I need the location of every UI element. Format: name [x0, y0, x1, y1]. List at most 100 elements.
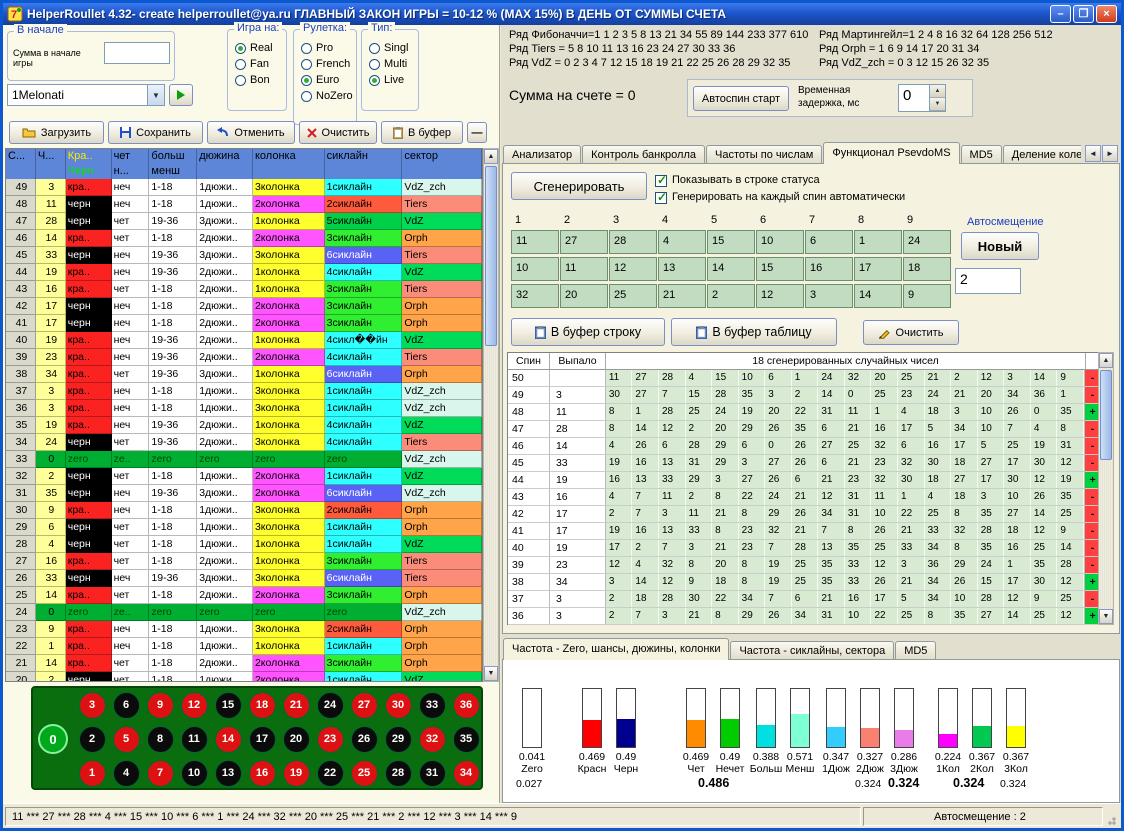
freq-tab[interactable]: MD5 — [895, 641, 936, 660]
board-zero[interactable]: 0 — [38, 724, 68, 754]
statusline-checkbox[interactable]: Показывать в строке статуса — [655, 174, 820, 187]
history-row[interactable]: 4811черннеч1-181дюжи..2колонка2сиклайнTi… — [6, 196, 482, 213]
gen-row[interactable]: 45331916133129327266212332301827173012- — [508, 455, 1101, 472]
board-number[interactable]: 26 — [347, 722, 381, 756]
maximize-button[interactable]: ❐ — [1073, 5, 1094, 23]
tab-scroll-right-icon[interactable]: ► — [1102, 145, 1118, 162]
play-button[interactable] — [169, 84, 193, 106]
delay-spinner[interactable]: 0 ▲▼ — [898, 84, 946, 112]
board-number[interactable]: 19 — [279, 756, 313, 790]
history-row[interactable]: 4728чернчет19-363дюжи..1колонка5сиклайнV… — [6, 213, 482, 230]
grid-cell[interactable]: 6 — [805, 230, 853, 254]
board-number[interactable]: 20 — [279, 722, 313, 756]
grid-cell[interactable]: 16 — [805, 257, 853, 281]
radio-french[interactable]: French — [301, 58, 356, 70]
gen-row[interactable]: 431647112822242112311114183102635- — [508, 489, 1101, 506]
clear-generated-button[interactable]: Очистить — [863, 320, 959, 345]
generate-button[interactable]: Сгенерировать — [511, 172, 647, 200]
grid-cell[interactable]: 15 — [756, 257, 804, 281]
history-row[interactable]: 3519кра..неч19-362дюжи..1колонка4сиклайн… — [6, 417, 482, 434]
spin-down-icon[interactable]: ▼ — [930, 98, 945, 111]
board-number[interactable]: 27 — [347, 688, 381, 722]
history-row[interactable]: 4019кра..неч19-362дюжи..1колонка4сикл��й… — [6, 332, 482, 349]
grid-cell[interactable]: 10 — [511, 257, 559, 281]
grid-cell[interactable]: 28 — [609, 230, 657, 254]
board-number[interactable]: 11 — [177, 722, 211, 756]
load-button[interactable]: Загрузить — [9, 121, 104, 144]
history-row[interactable]: 284чернчет1-181дюжи..1колонка1сиклайнVdZ — [6, 536, 482, 553]
grid-cell[interactable]: 32 — [511, 284, 559, 308]
grid-cell[interactable]: 24 — [903, 230, 951, 254]
gen-row[interactable]: 50112728415106124322025212123149- — [508, 370, 1101, 387]
radio-live[interactable]: Live — [369, 74, 418, 86]
history-row[interactable]: 221кра..неч1-181дюжи..1колонка1сиклайнOr… — [6, 638, 482, 655]
board-number[interactable]: 15 — [211, 688, 245, 722]
board-number[interactable]: 14 — [211, 722, 245, 756]
clear-button[interactable]: Очистить — [299, 121, 377, 144]
history-row[interactable]: 2716кра..чет1-182дюжи..1колонка3сиклайнT… — [6, 553, 482, 570]
history-row[interactable]: 240zeroze..zerozerozerozeroVdZ_zch — [6, 604, 482, 621]
tab-scroll-left-icon[interactable]: ◄ — [1085, 145, 1101, 162]
board-number[interactable]: 10 — [177, 756, 211, 790]
grid-cell[interactable]: 14 — [707, 257, 755, 281]
grid-cell[interactable]: 17 — [854, 257, 902, 281]
freq-tab[interactable]: Частота - Zero, шансы, дюжины, колонки — [503, 638, 729, 660]
board-number[interactable]: 21 — [279, 688, 313, 722]
tab-анализатор[interactable]: Анализатор — [503, 145, 581, 164]
gen-row[interactable]: 411719161333823322178262133322818129- — [508, 523, 1101, 540]
tab-частоты-по-числам[interactable]: Частоты по числам — [706, 145, 822, 164]
board-number[interactable]: 6 — [109, 688, 143, 722]
spin-up-icon[interactable]: ▲ — [930, 85, 945, 98]
board-number[interactable]: 2 — [75, 722, 109, 756]
board-number[interactable]: 13 — [211, 756, 245, 790]
board-number[interactable]: 8 — [143, 722, 177, 756]
history-row[interactable]: 373кра..неч1-181дюжи..3колонка1сиклайнVd… — [6, 383, 482, 400]
history-row[interactable]: 2114кра..чет1-182дюжи..2колонка3сиклайнO… — [6, 655, 482, 672]
grid-cell[interactable]: 18 — [903, 257, 951, 281]
history-row[interactable]: 4117черннеч1-182дюжи..2колонка3сиклайнOr… — [6, 315, 482, 332]
new-button[interactable]: Новый — [961, 232, 1039, 260]
scrollbar-thumb[interactable] — [485, 166, 497, 346]
grid-cell[interactable]: 27 — [560, 230, 608, 254]
history-row[interactable]: 202чернчет1-181дюжи..2колонка1сиклайнVdZ — [6, 672, 482, 682]
grid-cell[interactable]: 13 — [658, 257, 706, 281]
history-scrollbar[interactable]: ▲ ▼ — [483, 148, 499, 682]
grid-cell[interactable]: 15 — [707, 230, 755, 254]
board-number[interactable]: 30 — [381, 688, 415, 722]
board-number[interactable]: 18 — [245, 688, 279, 722]
scroll-down-icon[interactable]: ▼ — [484, 666, 498, 681]
undo-button[interactable]: Отменить — [207, 121, 295, 144]
grid-cell[interactable]: 1 — [854, 230, 902, 254]
gen-row[interactable]: 40191727321237281335253334835162514- — [508, 540, 1101, 557]
gen-row[interactable]: 42172731121829263431102225835271425- — [508, 506, 1101, 523]
board-number[interactable]: 4 — [109, 756, 143, 790]
history-row[interactable]: 2633черннеч19-363дюжи..3колонка6сиклайнT… — [6, 570, 482, 587]
board-number[interactable]: 5 — [109, 722, 143, 756]
board-number[interactable]: 9 — [143, 688, 177, 722]
grid-cell[interactable]: 11 — [560, 257, 608, 281]
scrollbar-thumb[interactable] — [1100, 370, 1112, 460]
history-row[interactable]: 296чернчет1-181дюжи..3колонка1сиклайнOrp… — [6, 519, 482, 536]
grid-cell[interactable]: 3 — [805, 284, 853, 308]
board-number[interactable]: 12 — [177, 688, 211, 722]
radio-pro[interactable]: Pro — [301, 42, 356, 54]
chevron-down-icon[interactable]: ▼ — [147, 85, 164, 105]
autogenerate-checkbox[interactable]: Генерировать на каждый спин автоматическ… — [655, 191, 905, 204]
board-number[interactable]: 3 — [75, 688, 109, 722]
radio-fan[interactable]: Fan — [235, 58, 286, 70]
board-number[interactable]: 36 — [449, 688, 483, 722]
board-number[interactable]: 1 — [75, 756, 109, 790]
board-number[interactable]: 35 — [449, 722, 483, 756]
grid-cell[interactable]: 2 — [707, 284, 755, 308]
history-row[interactable]: 493кра..неч1-181дюжи..3колонка1сиклайнVd… — [6, 179, 482, 196]
tab-контроль-банкролла[interactable]: Контроль банкролла — [582, 145, 705, 164]
grid-cell[interactable]: 12 — [756, 284, 804, 308]
history-row[interactable]: 4419кра..неч19-362дюжи..1колонка4сиклайн… — [6, 264, 482, 281]
history-row[interactable]: 322чернчет1-181дюжи..2колонка1сиклайнVdZ — [6, 468, 482, 485]
gen-row[interactable]: 472881412220292635621161753410748- — [508, 421, 1101, 438]
history-row[interactable]: 3923кра..неч19-362дюжи..2колонка4сиклайн… — [6, 349, 482, 366]
board-number[interactable]: 7 — [143, 756, 177, 790]
radio-bon[interactable]: Bon — [235, 74, 286, 86]
delay-value[interactable]: 0 — [899, 85, 929, 111]
scroll-up-icon[interactable]: ▲ — [484, 149, 498, 164]
